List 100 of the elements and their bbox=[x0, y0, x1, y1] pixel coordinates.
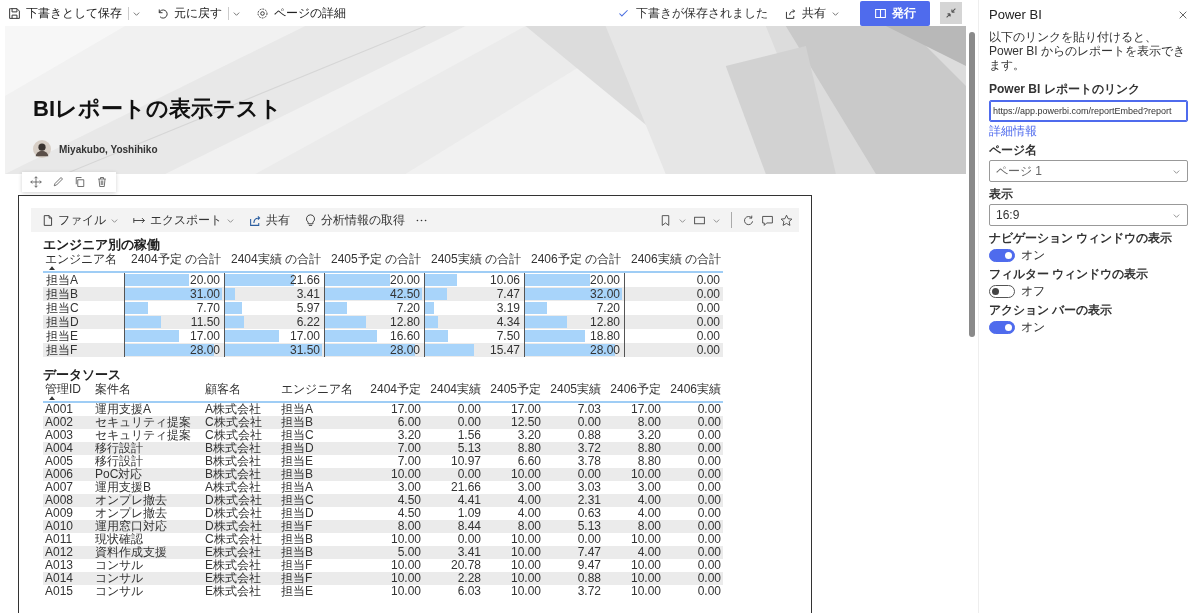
table-cell-text: D株式会社 bbox=[204, 507, 263, 520]
table-cell-text: 10.00 bbox=[629, 559, 662, 572]
report-menu-button[interactable]: 分析情報の取得 bbox=[300, 211, 409, 229]
scrollbar[interactable] bbox=[969, 32, 975, 337]
table-cell-text: 移行設計 bbox=[94, 442, 144, 455]
table-cell-text: 0.88 bbox=[576, 429, 602, 442]
table-cell-text: 0.00 bbox=[696, 546, 722, 559]
table-cell-text: A014 bbox=[44, 572, 75, 585]
column-header[interactable]: 顧客名 bbox=[205, 383, 241, 396]
table-cell-text: 21.66 bbox=[449, 481, 482, 494]
column-header[interactable]: 2405実績 bbox=[550, 383, 601, 396]
table-cell-text: 運用窓口対応 bbox=[94, 520, 168, 533]
avatar-icon bbox=[33, 140, 51, 158]
table-cell-text: 0.00 bbox=[696, 520, 722, 533]
publish-button[interactable]: 発行 bbox=[860, 0, 930, 26]
table-cell-text: 担当D bbox=[280, 442, 315, 455]
table-cell-text: 0.00 bbox=[576, 416, 602, 429]
copy-icon[interactable] bbox=[74, 176, 86, 188]
table-cell-text: 10.00 bbox=[509, 559, 542, 572]
panel-description: 以下のリンクを貼り付けると、Power BI からのレポートを表示できます。 bbox=[989, 30, 1187, 72]
column-header[interactable]: 2405予定 bbox=[490, 383, 541, 396]
toggle-label: フィルター ウィンドウの表示 bbox=[989, 267, 1150, 281]
report-menu-button[interactable]: ファイル bbox=[37, 211, 123, 229]
report-menu-button[interactable]: 共有 bbox=[245, 211, 294, 229]
refresh-icon[interactable] bbox=[742, 213, 755, 227]
table-cell-text: 10.00 bbox=[389, 533, 422, 546]
page-name-dropdown[interactable]: ページ 1 bbox=[989, 160, 1188, 182]
table-cell-text: A013 bbox=[44, 559, 75, 572]
edit-icon[interactable] bbox=[52, 176, 64, 188]
cell-value: 31.50 bbox=[288, 343, 321, 357]
toggle-switch[interactable] bbox=[989, 284, 1015, 298]
table-cell-text: 6.60 bbox=[516, 455, 542, 468]
table-cell-text: 担当C bbox=[280, 494, 315, 507]
toggle-state: オフ bbox=[1021, 284, 1045, 298]
table-cell-text: 担当C bbox=[280, 429, 315, 442]
column-header[interactable]: 2406実績 bbox=[670, 383, 721, 396]
column-header[interactable]: 2405予定 の合計 bbox=[330, 253, 421, 266]
command-button[interactable]: 下書きとして保存 bbox=[4, 2, 126, 24]
table-cell-text: 10.00 bbox=[389, 468, 422, 481]
file-icon bbox=[41, 213, 54, 227]
column-header[interactable]: 2404予定 の合計 bbox=[130, 253, 221, 266]
table-cell-text: 10.00 bbox=[629, 585, 662, 598]
table-cell-text: 現状確認 bbox=[94, 533, 144, 546]
share-button[interactable]: 共有 bbox=[780, 2, 844, 24]
cell-value: 17.00 bbox=[188, 329, 221, 343]
command-button[interactable]: ページの詳細 bbox=[252, 2, 350, 24]
column-header[interactable]: 管理ID bbox=[45, 383, 81, 396]
table-cell-text: 4.00 bbox=[516, 507, 542, 520]
table-cell-text: 3.41 bbox=[456, 546, 482, 559]
table-cell-text: 10.00 bbox=[389, 585, 422, 598]
table-cell-text: A003 bbox=[44, 429, 75, 442]
display-dropdown[interactable]: 16:9 bbox=[989, 204, 1188, 226]
favorite-icon[interactable] bbox=[780, 213, 793, 227]
column-header[interactable]: 2404予定 bbox=[370, 383, 421, 396]
toggle-switch[interactable] bbox=[989, 248, 1015, 262]
table-cell-text: 1.56 bbox=[456, 429, 482, 442]
table-cell-text: C株式会社 bbox=[204, 533, 263, 546]
table-cell-text: 3.00 bbox=[516, 481, 542, 494]
cell-value: 3.41 bbox=[295, 287, 321, 301]
link-input-field[interactable]: https://app.powerbi.com/reportEmbed?report bbox=[989, 100, 1188, 122]
more-info-link[interactable]: 詳細情報 bbox=[989, 124, 1037, 138]
comment-icon[interactable] bbox=[761, 213, 774, 227]
collapse-button[interactable] bbox=[940, 2, 962, 24]
table-cell-text: A株式会社 bbox=[204, 403, 262, 416]
share-icon bbox=[249, 213, 262, 227]
table-cell-text: 0.00 bbox=[696, 572, 722, 585]
settings-icon bbox=[256, 6, 269, 20]
column-header[interactable]: 2406予定 の合計 bbox=[530, 253, 621, 266]
cell-value: 15.47 bbox=[488, 343, 521, 357]
column-header[interactable]: 2406予定 bbox=[610, 383, 661, 396]
cell-value: 7.70 bbox=[195, 301, 221, 315]
column-header[interactable]: 2404実績 の合計 bbox=[230, 253, 321, 266]
move-icon[interactable] bbox=[30, 176, 42, 188]
column-header[interactable]: エンジニア名 bbox=[281, 383, 353, 396]
column-header[interactable]: 案件名 bbox=[95, 383, 131, 396]
column-header[interactable]: 2406実績 の合計 bbox=[630, 253, 721, 266]
cell-value: 11.50 bbox=[189, 315, 221, 329]
cell-value: 7.47 bbox=[495, 287, 521, 301]
toggle-switch[interactable] bbox=[989, 320, 1015, 334]
table-cell-text: 17.00 bbox=[509, 403, 542, 416]
delete-icon[interactable] bbox=[96, 176, 108, 188]
toggle-label: アクション バーの表示 bbox=[989, 303, 1114, 317]
table-cell-text: 0.00 bbox=[456, 468, 482, 481]
table-cell-text: 0.00 bbox=[696, 481, 722, 494]
column-header[interactable]: エンジニア名 bbox=[45, 253, 117, 266]
cell-value: 4.34 bbox=[495, 315, 521, 329]
table-cell-text: 6.03 bbox=[456, 585, 482, 598]
table-cell-text: 10.00 bbox=[389, 572, 422, 585]
command-button[interactable]: 元に戻す bbox=[152, 2, 226, 24]
column-header[interactable]: 2404実績 bbox=[430, 383, 481, 396]
close-icon[interactable] bbox=[1178, 10, 1188, 20]
bookmark-icon[interactable] bbox=[659, 213, 672, 227]
cell-value: 28.00 bbox=[388, 343, 421, 357]
table-cell-text: セキュリティ提案 bbox=[94, 416, 192, 429]
report-menu-button[interactable]: エクスポート bbox=[129, 211, 239, 229]
column-header[interactable]: 2405実績 の合計 bbox=[430, 253, 521, 266]
table-cell-text: E株式会社 bbox=[204, 559, 262, 572]
cell-value: 5.97 bbox=[295, 301, 321, 315]
visual-title: エンジニア別の稼働 bbox=[43, 237, 161, 253]
cell-value: 16.60 bbox=[388, 329, 421, 343]
